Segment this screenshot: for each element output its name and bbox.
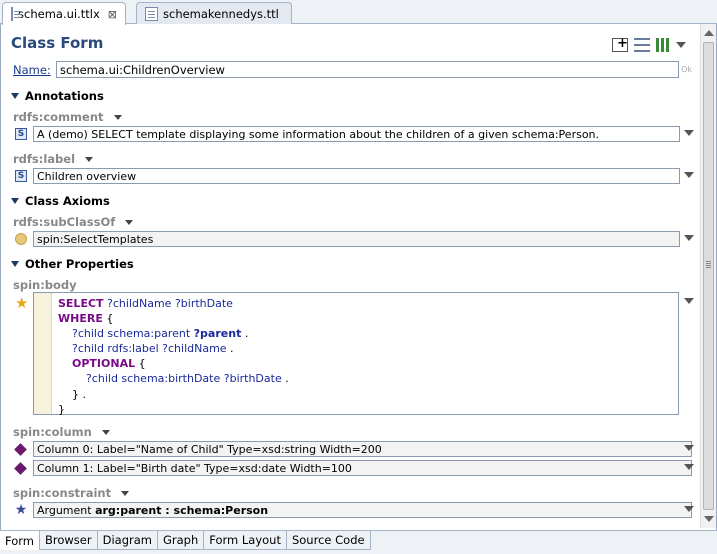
page-title: Class Form [11, 34, 104, 52]
argument-star-icon: ★ [14, 502, 28, 518]
chevron-down-icon[interactable] [684, 445, 694, 451]
chevron-down-icon[interactable] [684, 298, 694, 304]
property-label: rdfs:label [13, 152, 76, 166]
sparql-code: SELECT ?childName ?birthDate WHERE { ?ch… [58, 297, 289, 416]
chevron-down-icon[interactable] [684, 464, 694, 470]
comment-field[interactable]: A (demo) SELECT template displaying some… [33, 126, 680, 142]
chevron-down-icon[interactable] [684, 506, 694, 512]
collapse-icon [11, 261, 19, 267]
chevron-down-icon[interactable] [684, 130, 694, 136]
label-field[interactable]: Children overview [33, 168, 680, 184]
close-icon[interactable]: ⊠ [108, 8, 117, 21]
tab-schema-ui[interactable]: schema.ui.ttlx ⊠ [2, 2, 126, 25]
tab-graph[interactable]: Graph [157, 531, 205, 550]
other-properties-section-header[interactable]: Other Properties [11, 257, 134, 271]
chevron-down-icon[interactable] [121, 490, 130, 496]
instance-icon [14, 442, 27, 456]
tab-label: schemakennedys.ttl [163, 6, 279, 21]
scroll-down-icon[interactable] [704, 516, 714, 522]
constraint-value-row: ★ Argument arg:parent : schema:Person [15, 502, 692, 518]
property-label: spin:constraint [13, 486, 112, 500]
ok-button[interactable]: Ok [681, 65, 692, 74]
class-icon [15, 233, 27, 245]
property-rdfs-label: rdfs:label [13, 152, 94, 166]
property-label: spin:body [13, 278, 77, 292]
instance-icon [14, 461, 27, 475]
property-rdfs-subclassof: rdfs:subClassOf [13, 215, 134, 229]
chevron-down-icon[interactable] [125, 219, 134, 225]
view-menu-icon[interactable] [676, 42, 686, 48]
tab-source-code[interactable]: Source Code [286, 531, 371, 550]
tab-diagram[interactable]: Diagram [97, 531, 158, 550]
chevron-down-icon[interactable] [101, 429, 110, 435]
label-value-row: S Children overview [15, 168, 680, 184]
section-title: Other Properties [25, 257, 134, 271]
class-axioms-section-header[interactable]: Class Axioms [11, 194, 110, 208]
scroll-thumb[interactable] [703, 42, 714, 510]
file-icon [145, 6, 158, 21]
grip-icon [706, 261, 711, 262]
rows-layout-icon[interactable] [634, 38, 650, 52]
star-icon: ★ [15, 294, 29, 312]
chevron-down-icon[interactable] [684, 172, 694, 178]
property-spin-column: spin:column [13, 425, 110, 439]
tab-schemakennedys[interactable]: schemakennedys.ttl [136, 2, 292, 24]
grid-layout-icon[interactable] [656, 38, 670, 52]
property-rdfs-comment: rdfs:comment [13, 110, 122, 124]
property-spin-body: spin:body [13, 278, 77, 292]
chevron-down-icon[interactable] [113, 114, 122, 120]
editor-tab-bar: schema.ui.ttlx ⊠ schemakennedys.ttl [0, 0, 717, 25]
editor-gutter [34, 293, 52, 414]
vertical-scrollbar[interactable] [700, 24, 716, 528]
constraint-field[interactable]: Argument arg:parent : schema:Person [33, 502, 692, 518]
subclassof-field[interactable]: spin:SelectTemplates [33, 231, 680, 247]
annotations-section-header[interactable]: Annotations [11, 89, 104, 103]
property-spin-constraint: spin:constraint [13, 486, 130, 500]
section-title: Class Axioms [25, 194, 110, 208]
subclassof-value-row: spin:SelectTemplates [15, 231, 680, 247]
tab-label: schema.ui.ttlx [18, 7, 100, 21]
property-label: rdfs:comment [13, 110, 104, 124]
comment-value-row: S A (demo) SELECT template displaying so… [15, 126, 680, 142]
name-link[interactable]: Name: [13, 63, 56, 77]
constraint-prefix: Argument [37, 503, 92, 517]
string-literal-icon: S [15, 128, 27, 140]
property-label: rdfs:subClassOf [13, 215, 116, 229]
column-0-field[interactable]: Column 0: Label="Name of Child" Type=xsd… [33, 441, 692, 457]
sparql-editor[interactable]: SELECT ?childName ?birthDate WHERE { ?ch… [33, 292, 679, 416]
collapse-icon [11, 93, 19, 99]
tab-browser[interactable]: Browser [39, 531, 98, 550]
column-1-field[interactable]: Column 1: Label="Birth date" Type=xsd:da… [33, 460, 692, 476]
tab-form-layout[interactable]: Form Layout [204, 531, 287, 550]
scroll-up-icon[interactable] [704, 30, 714, 36]
add-widget-icon[interactable] [612, 36, 628, 52]
file-icon [11, 7, 22, 21]
chevron-down-icon[interactable] [684, 235, 694, 241]
string-literal-icon: S [15, 170, 27, 182]
column-value-row: Column 1: Label="Birth date" Type=xsd:da… [14, 460, 692, 476]
property-label: spin:column [13, 425, 92, 439]
chevron-down-icon[interactable] [85, 156, 94, 162]
name-field[interactable] [56, 61, 679, 78]
constraint-value: arg:parent : schema:Person [95, 503, 269, 517]
column-value-row: Column 0: Label="Name of Child" Type=xsd… [14, 441, 692, 457]
section-title: Annotations [25, 89, 104, 103]
tab-form[interactable]: Form [0, 531, 40, 550]
bottom-tab-bar: Form Browser Diagram Graph Form Layout S… [0, 530, 717, 554]
class-form-panel: Class Form Name: Ok Annotations rdfs:com… [0, 24, 717, 530]
form-toolbar [612, 36, 686, 52]
collapse-icon [11, 198, 19, 204]
